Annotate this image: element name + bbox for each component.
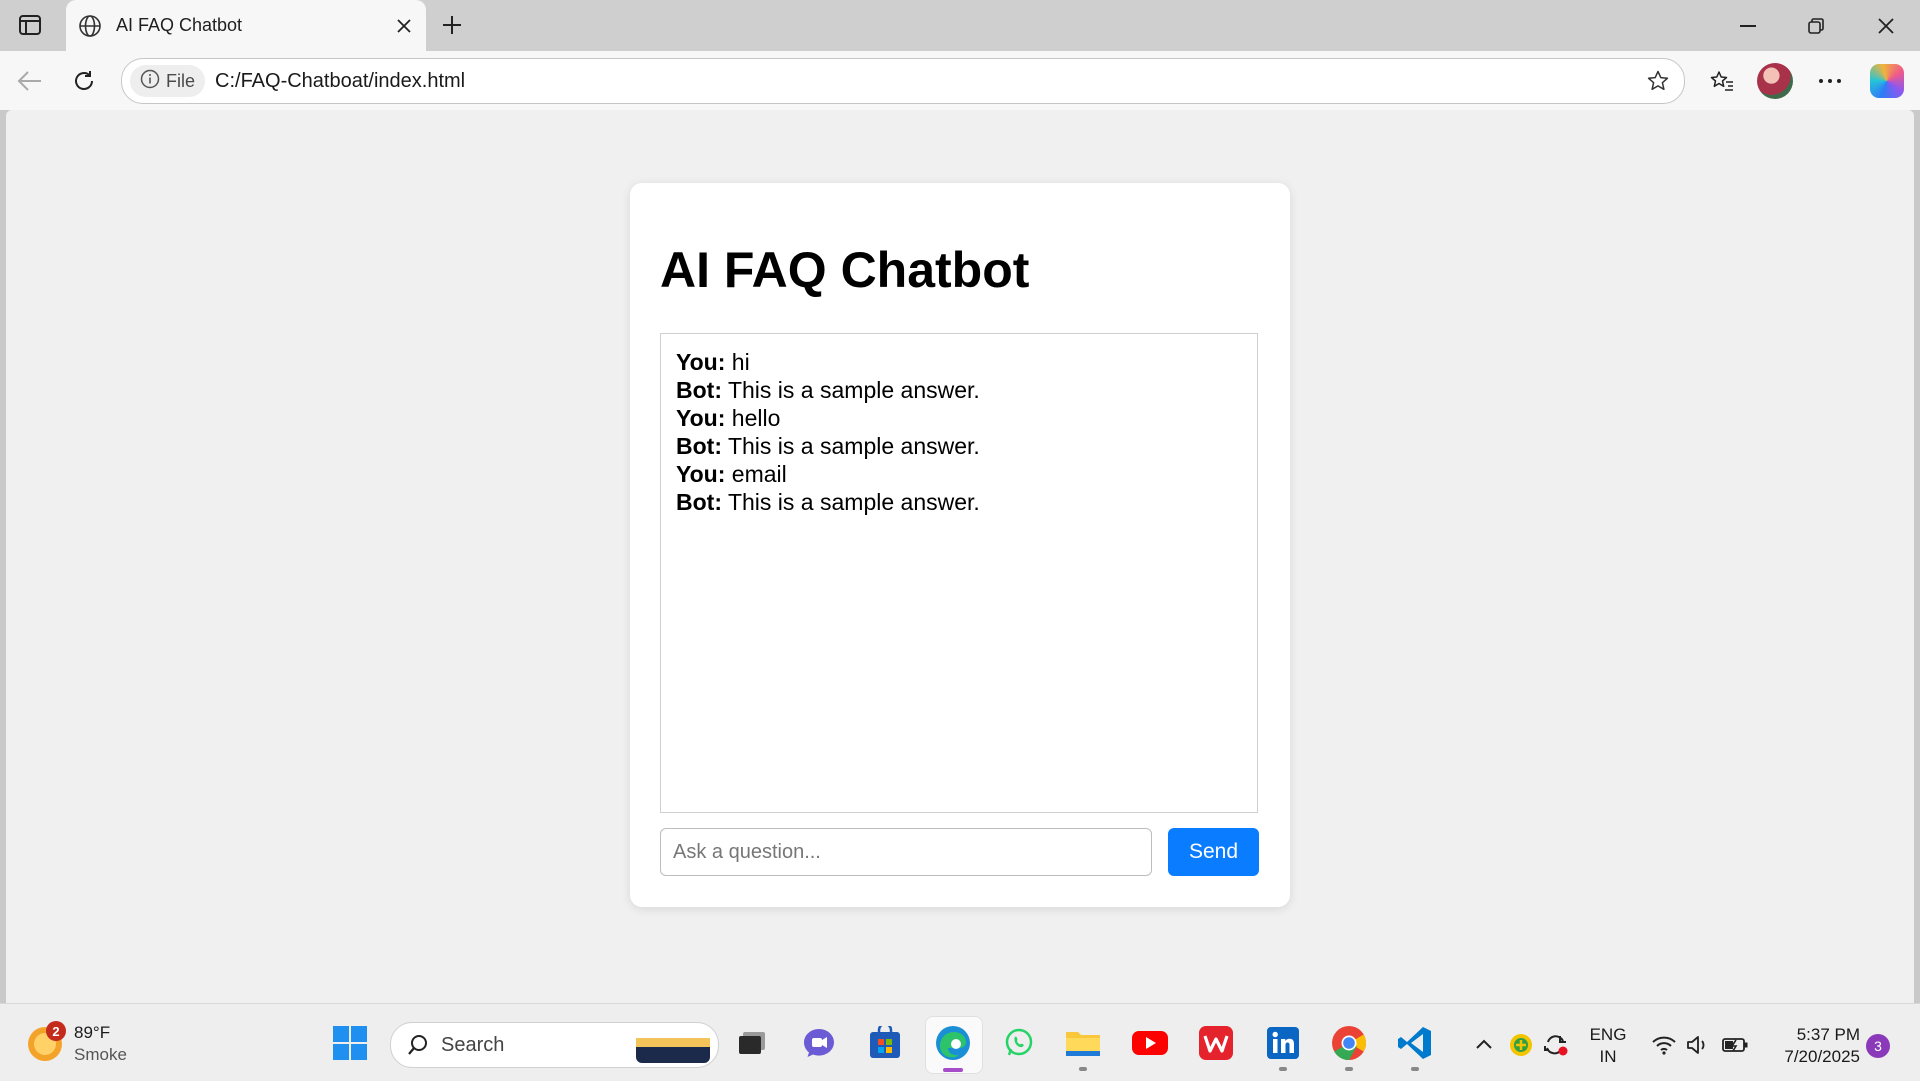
notification-badge[interactable]: 3 [1866, 1034, 1890, 1058]
send-button[interactable]: Send [1168, 828, 1259, 876]
running-indicator [1345, 1067, 1353, 1071]
message-speaker: Bot: [676, 433, 722, 459]
site-chip-label: File [166, 70, 196, 91]
browser-tab-strip: AI FAQ Chatbot [0, 0, 1920, 51]
taskbar-search[interactable]: Search [390, 1022, 719, 1068]
wifi-icon[interactable] [1650, 1032, 1678, 1058]
whatsapp-icon[interactable] [1000, 1024, 1038, 1062]
search-icon [407, 1034, 429, 1056]
more-menu-icon[interactable] [1810, 61, 1850, 101]
message-speaker: You: [676, 405, 726, 431]
message-speaker: You: [676, 461, 726, 487]
file-explorer-icon[interactable] [1064, 1024, 1102, 1071]
task-view-icon[interactable] [733, 1024, 771, 1062]
weather-widget[interactable]: 2 89°F Smoke [28, 1021, 127, 1066]
chat-message: Bot: This is a sample answer. [676, 488, 1242, 516]
search-highlight-image [636, 1027, 710, 1063]
wps-office-icon[interactable] [1197, 1024, 1235, 1062]
chat-message: Bot: This is a sample answer. [676, 432, 1242, 460]
favorites-icon[interactable] [1702, 61, 1742, 101]
favorite-star-icon[interactable] [1638, 61, 1678, 101]
weather-badge: 2 [46, 1021, 66, 1041]
battery-charging-icon[interactable] [1720, 1032, 1750, 1058]
youtube-icon[interactable] [1131, 1024, 1169, 1062]
sync-icon[interactable] [1542, 1032, 1570, 1058]
message-text: This is a sample answer. [727, 377, 980, 403]
language-region: IN [1599, 1047, 1617, 1066]
close-window-icon[interactable] [1852, 0, 1920, 51]
site-info-chip[interactable]: File [130, 65, 206, 97]
language-code: ENG [1589, 1025, 1627, 1044]
minimize-icon[interactable] [1714, 0, 1782, 51]
chat-message: You: hello [676, 404, 1242, 432]
search-label: Search [441, 1033, 505, 1056]
windows-taskbar: 2 89°F Smoke Search ENG IN 5:37 PM 7/20/… [0, 1003, 1920, 1081]
info-icon [140, 69, 160, 94]
weather-temp: 89°F [74, 1023, 111, 1042]
page-viewport: AI FAQ Chatbot You: hi Bot: This is a sa… [6, 110, 1914, 1003]
running-indicator [1411, 1067, 1419, 1071]
chrome-icon[interactable] [1330, 1024, 1368, 1071]
chat-card: AI FAQ Chatbot You: hi Bot: This is a sa… [630, 183, 1290, 907]
running-indicator [1079, 1067, 1087, 1071]
message-speaker: You: [676, 349, 726, 375]
chat-message: You: email [676, 460, 1242, 488]
refresh-icon[interactable] [64, 61, 104, 101]
message-text: email [731, 461, 787, 487]
chat-message: You: hi [676, 348, 1242, 376]
tab-title: AI FAQ Chatbot [116, 15, 243, 35]
copilot-icon[interactable] [1870, 64, 1904, 98]
new-tab-icon[interactable] [436, 9, 468, 41]
teams-chat-icon[interactable] [800, 1024, 838, 1062]
profile-avatar[interactable] [1757, 63, 1793, 99]
question-input[interactable] [660, 828, 1152, 876]
chat-message: Bot: This is a sample answer. [676, 376, 1242, 404]
tab-actions-icon[interactable] [14, 11, 46, 39]
vscode-icon[interactable] [1396, 1024, 1434, 1071]
active-indicator [943, 1068, 963, 1072]
volume-icon[interactable] [1684, 1032, 1712, 1058]
browser-toolbar: File C:/FAQ-Chatboat/index.html [0, 51, 1920, 110]
globe-icon [76, 12, 104, 40]
language-indicator[interactable]: ENG IN [1584, 1024, 1632, 1068]
close-tab-icon[interactable] [388, 10, 420, 42]
back-arrow-icon[interactable] [10, 61, 50, 101]
clock-time: 5:37 PM [1796, 1025, 1860, 1044]
chevron-up-icon[interactable] [1470, 1030, 1498, 1058]
message-text: hello [731, 405, 781, 431]
clock-date: 7/20/2025 [1784, 1047, 1860, 1066]
browser-tab-active[interactable]: AI FAQ Chatbot [66, 0, 426, 51]
running-indicator [1279, 1067, 1287, 1071]
start-windows-icon[interactable] [333, 1026, 367, 1060]
message-text: This is a sample answer. [727, 489, 980, 515]
page-title: AI FAQ Chatbot [660, 242, 1030, 298]
weather-sun-icon: 2 [28, 1021, 66, 1061]
microsoft-store-icon[interactable] [866, 1024, 904, 1062]
message-speaker: Bot: [676, 489, 722, 515]
security-shield-icon[interactable] [1508, 1032, 1534, 1058]
restore-icon[interactable] [1782, 0, 1850, 51]
url-text[interactable]: C:/FAQ-Chatboat/index.html [215, 70, 1638, 93]
weather-desc: Smoke [74, 1045, 127, 1064]
edge-browser-icon[interactable] [934, 1024, 972, 1072]
message-text: hi [731, 349, 750, 375]
message-text: This is a sample answer. [727, 433, 980, 459]
chat-log[interactable]: You: hi Bot: This is a sample answer. Yo… [660, 333, 1258, 813]
clock[interactable]: 5:37 PM 7/20/2025 [1764, 1024, 1860, 1068]
message-speaker: Bot: [676, 377, 722, 403]
address-bar[interactable]: File C:/FAQ-Chatboat/index.html [121, 58, 1685, 104]
linkedin-icon[interactable] [1264, 1024, 1302, 1071]
